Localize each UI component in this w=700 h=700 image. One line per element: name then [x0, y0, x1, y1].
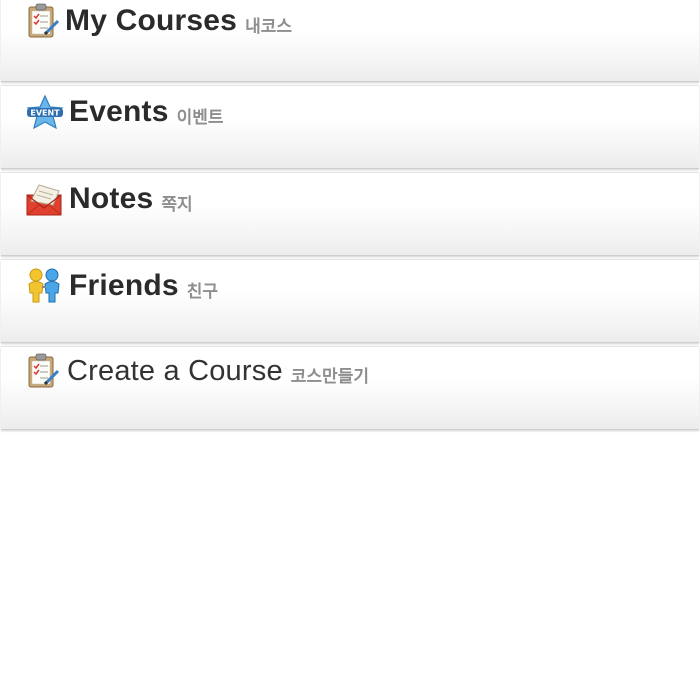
menu-item-subtitle: 친구	[186, 281, 219, 302]
menu-item-notes[interactable]: Notes 쪽지	[1, 172, 699, 256]
clipboard-checklist-icon	[25, 353, 61, 389]
menu-item-title: Create a Course	[67, 354, 283, 387]
event-star-icon: EVENT	[25, 94, 64, 130]
menu-item-subtitle: 내코스	[245, 16, 292, 37]
friends-people-icon	[25, 268, 61, 304]
menu-item-subtitle: 쪽지	[161, 194, 193, 215]
menu-item-title: Events	[69, 95, 169, 128]
menu-item-subtitle: 코스만들기	[290, 366, 369, 387]
menu-item-title: Friends	[69, 269, 179, 302]
menu-item-friends[interactable]: Friends 친구	[1, 259, 699, 343]
envelope-letter-icon	[25, 181, 62, 217]
svg-text:EVENT: EVENT	[30, 109, 60, 118]
menu-item-my-courses[interactable]: My Courses 내코스	[1, 0, 699, 82]
clipboard-checklist-icon	[25, 3, 61, 39]
menu-item-subtitle: 이벤트	[176, 107, 224, 128]
menu-item-title: Notes	[69, 182, 154, 215]
menu-item-create-course[interactable]: Create a Course 코스만들기	[1, 346, 699, 430]
menu-item-title: My Courses	[65, 4, 238, 37]
menu-item-events[interactable]: EVENT Events 이벤트	[1, 85, 699, 169]
